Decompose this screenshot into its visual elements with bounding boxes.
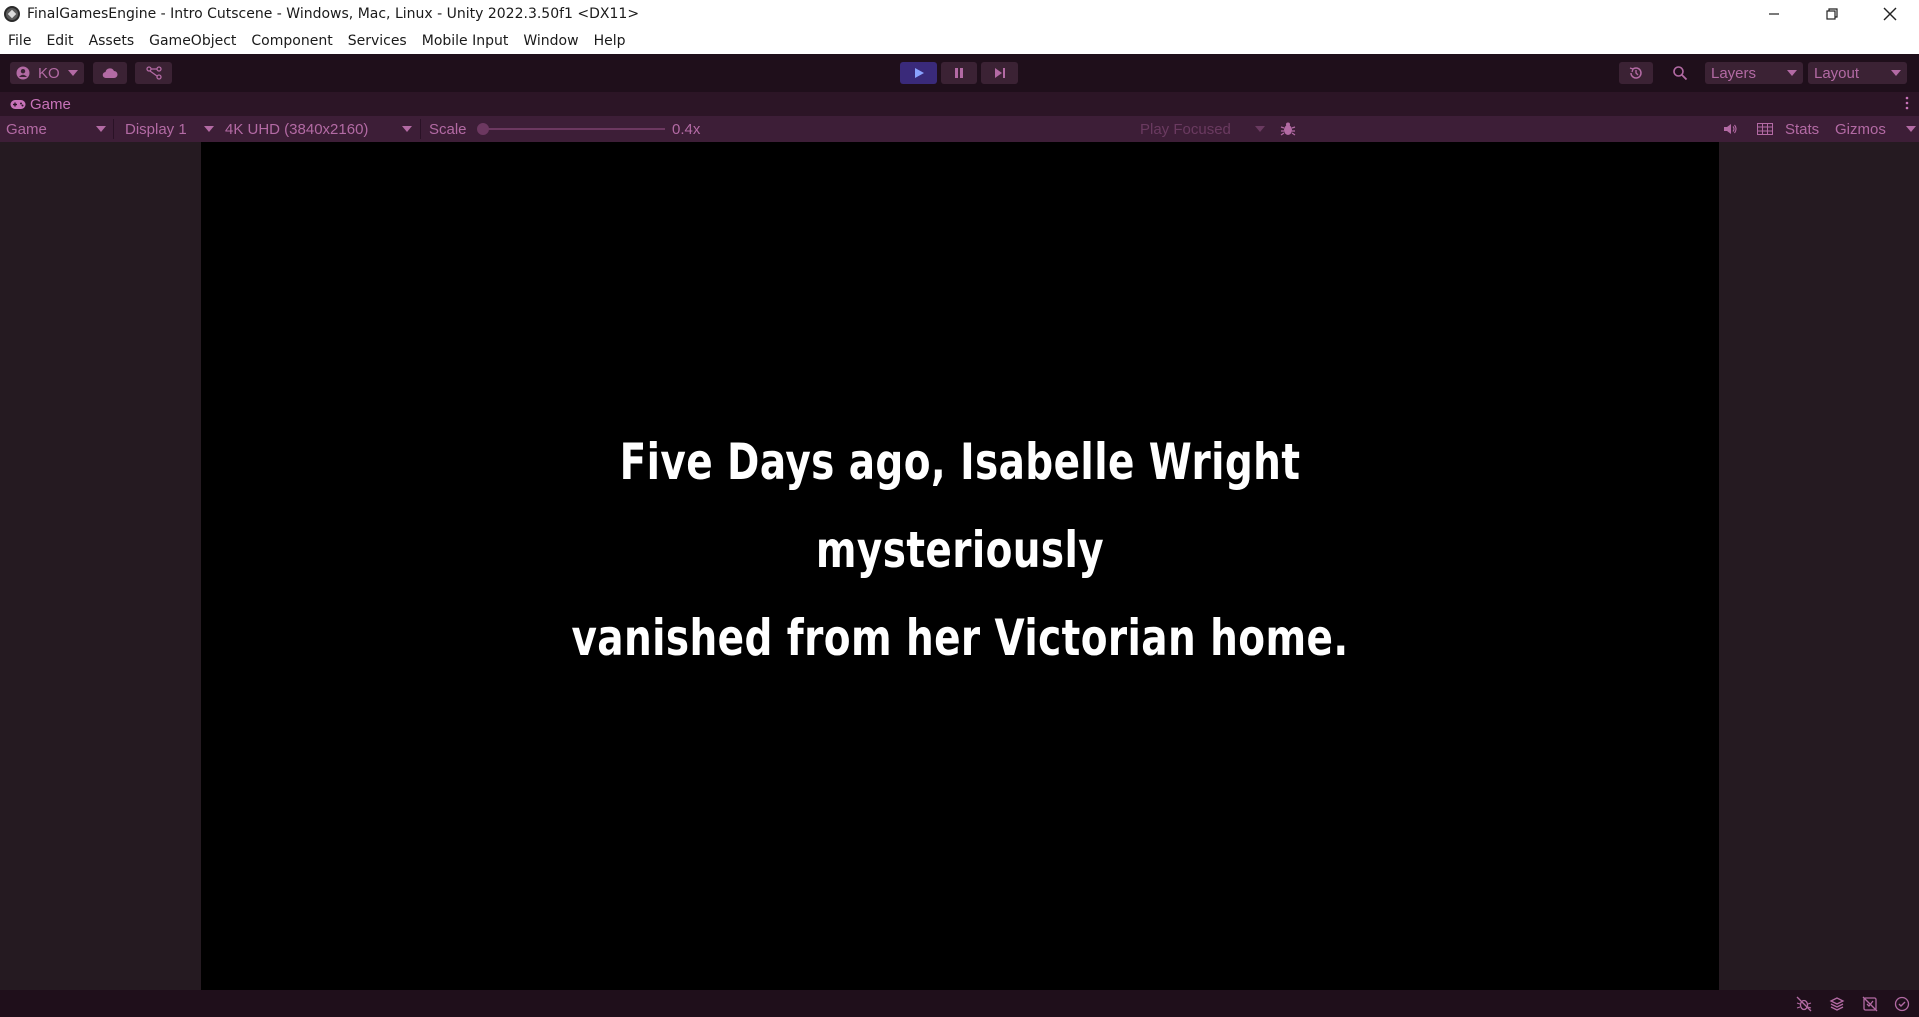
layers-label: Layers — [1711, 64, 1757, 82]
divider — [420, 119, 421, 139]
step-icon — [994, 68, 1005, 78]
play-icon — [914, 68, 924, 78]
menu-edit[interactable]: Edit — [46, 33, 73, 49]
title-bar: FinalGamesEngine - Intro Cutscene - Wind… — [0, 0, 1919, 28]
grid-button[interactable] — [1757, 116, 1777, 142]
resolution-label: 4K UHD (3840x2160) — [225, 120, 369, 138]
play-mode-label: Play Focused — [1140, 120, 1231, 138]
pause-button[interactable] — [941, 62, 977, 84]
tab-game[interactable]: Game — [10, 96, 71, 113]
menu-assets[interactable]: Assets — [89, 33, 135, 49]
menu-help[interactable]: Help — [594, 33, 626, 49]
bug-icon — [1280, 122, 1296, 136]
gizmos-dropdown[interactable]: Gizmos — [1835, 116, 1919, 142]
menu-gameobject[interactable]: GameObject — [149, 33, 236, 49]
cutscene-line-2: vanished from her Victorian home. — [571, 609, 1349, 667]
network-status-icon[interactable] — [1861, 995, 1879, 1013]
stats-button[interactable]: Stats — [1785, 116, 1819, 142]
restore-button[interactable] — [1803, 0, 1861, 28]
account-icon — [16, 66, 30, 80]
cutscene-caption: Five Days ago, Isabelle Wright mysteriou… — [492, 418, 1428, 682]
layers-dropdown[interactable]: Layers — [1705, 62, 1803, 84]
menu-component[interactable]: Component — [251, 33, 332, 49]
scale-slider-track[interactable] — [483, 128, 665, 130]
divider — [113, 119, 114, 139]
chevron-down-icon — [1255, 126, 1265, 132]
grid-icon — [1757, 123, 1773, 135]
chevron-down-icon — [1891, 70, 1901, 76]
game-view-toolbar: Game Display 1 4K UHD (3840x2160) Scale … — [0, 116, 1919, 142]
chevron-down-icon — [1906, 126, 1916, 132]
account-dropdown[interactable]: KO — [10, 62, 84, 84]
menu-mobile-input[interactable]: Mobile Input — [422, 33, 509, 49]
collab-icon — [145, 66, 162, 80]
cutscene-line-1: Five Days ago, Isabelle Wright mysteriou… — [619, 433, 1301, 579]
chevron-down-icon — [96, 126, 106, 132]
history-icon — [1629, 67, 1642, 79]
scale-label: Scale — [429, 120, 467, 138]
window-title: FinalGamesEngine - Intro Cutscene - Wind… — [27, 6, 640, 22]
scale-slider-handle[interactable] — [477, 123, 489, 135]
cache-status-icon[interactable] — [1828, 995, 1846, 1013]
chevron-down-icon — [204, 126, 214, 132]
menu-services[interactable]: Services — [348, 33, 407, 49]
search-button[interactable] — [1663, 62, 1696, 84]
resolution-dropdown[interactable]: 4K UHD (3840x2160) — [225, 116, 415, 142]
window-controls — [1745, 0, 1919, 28]
audio-icon — [1724, 124, 1737, 134]
menu-file[interactable]: File — [8, 33, 31, 49]
view-mode-label: Game — [6, 120, 47, 138]
debug-status-icon[interactable] — [1795, 995, 1813, 1013]
gamepad-icon — [10, 99, 26, 109]
tab-game-label: Game — [30, 95, 71, 113]
chevron-down-icon — [1787, 70, 1797, 76]
chevron-down-icon — [402, 126, 412, 132]
mute-audio-button[interactable] — [1723, 116, 1743, 142]
status-bar — [0, 990, 1919, 1017]
scale-value: 0.4x — [672, 120, 701, 138]
game-viewport[interactable]: Five Days ago, Isabelle Wright mysteriou… — [201, 142, 1719, 990]
menu-window[interactable]: Window — [523, 33, 578, 49]
display-label: Display 1 — [125, 120, 187, 138]
more-options-icon[interactable] — [1905, 96, 1909, 113]
game-view: Five Days ago, Isabelle Wright mysteriou… — [0, 142, 1919, 990]
play-button[interactable] — [900, 62, 937, 84]
pause-icon — [955, 68, 963, 78]
cloud-button[interactable] — [93, 62, 127, 84]
gizmos-label: Gizmos — [1835, 120, 1886, 138]
play-mode-dropdown[interactable]: Play Focused — [1140, 116, 1268, 142]
progress-check-icon[interactable] — [1893, 995, 1911, 1013]
history-button[interactable] — [1619, 62, 1653, 84]
cloud-icon — [102, 68, 118, 79]
chevron-down-icon — [67, 70, 78, 76]
display-dropdown[interactable]: Display 1 — [125, 116, 217, 142]
layout-dropdown[interactable]: Layout — [1808, 62, 1907, 84]
search-icon — [1672, 66, 1687, 81]
main-toolbar: KO Layers Layout — [0, 54, 1919, 92]
minimize-button[interactable] — [1745, 0, 1803, 28]
collab-button[interactable] — [135, 62, 172, 84]
view-mode-dropdown[interactable]: Game — [6, 116, 110, 142]
account-label: KO — [38, 64, 60, 82]
bug-button[interactable] — [1280, 116, 1300, 142]
step-button[interactable] — [981, 62, 1018, 84]
panel-tab-bar: Game — [0, 92, 1919, 116]
close-button[interactable] — [1861, 0, 1919, 28]
menu-bar: File Edit Assets GameObject Component Se… — [0, 28, 1919, 54]
unity-logo-icon — [4, 6, 20, 22]
layout-label: Layout — [1814, 64, 1860, 82]
